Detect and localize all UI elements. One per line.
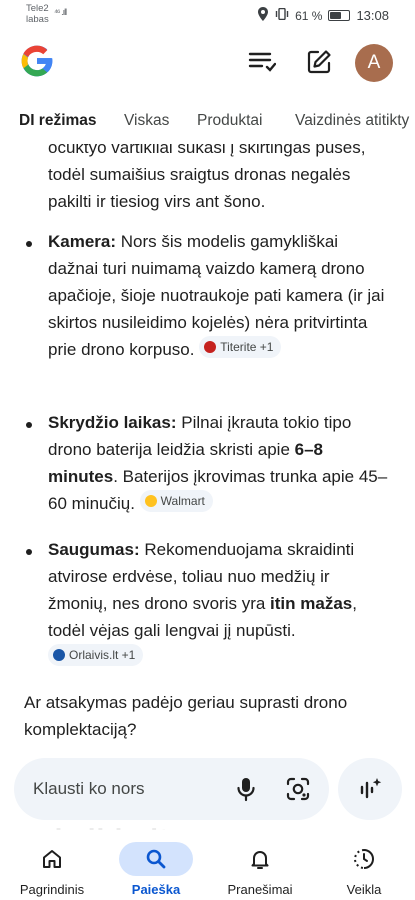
source-chip-walmart[interactable]: Walmart: [139, 490, 213, 512]
google-logo[interactable]: [18, 42, 56, 80]
source-chip-orlaivis[interactable]: Orlaivis.lt +1: [48, 644, 144, 666]
sparkle-wave-icon: [360, 778, 382, 799]
list-item-safety: Saugumas: Rekomenduojama skraidinti atvi…: [48, 536, 388, 671]
ai-answer-content: ocuktyo vartikliai sukasi į skirtingas p…: [0, 144, 415, 756]
lens-camera-icon[interactable]: [284, 775, 312, 803]
list-item-camera: Kamera: Nors šis modelis gamykliškai daž…: [48, 232, 385, 359]
nav-home[interactable]: Pagrindinis: [0, 830, 104, 900]
nav-notifications[interactable]: Pranešimai: [208, 830, 312, 900]
globe-icon: [53, 649, 65, 661]
tab-products[interactable]: Produktai: [197, 112, 262, 130]
walmart-spark-icon: [144, 495, 157, 507]
clock: 13:08: [356, 8, 389, 23]
ask-input[interactable]: Klausti ko nors: [14, 758, 329, 820]
labs-menu-icon[interactable]: [247, 47, 277, 77]
source-favicon-icon: [204, 341, 217, 353]
bullet-dot: [26, 241, 32, 247]
continued-paragraph: ocuktyo vartikliai sukasi į skirtingas p…: [48, 144, 366, 211]
battery-icon: [328, 10, 351, 21]
signal-indicator: ⁴⁶ .ıll: [54, 7, 67, 17]
vibrate-icon: [275, 7, 289, 23]
carrier-name: Tele2 labas: [26, 3, 49, 25]
account-avatar[interactable]: A: [355, 44, 393, 82]
battery-percent: 61 %: [295, 8, 323, 23]
bell-icon: [223, 842, 297, 876]
source-chip-titerite[interactable]: Titerite +1: [199, 336, 282, 358]
status-bar: Tele2 labas ⁴⁶ .ıll 61 % 13:08: [0, 0, 415, 30]
location-icon: [257, 7, 269, 24]
app-header: A: [0, 30, 415, 96]
microphone-icon[interactable]: [232, 775, 260, 803]
nav-activity[interactable]: Veikla: [312, 830, 415, 900]
edit-icon[interactable]: [304, 47, 334, 77]
nav-search[interactable]: Paieška: [104, 830, 208, 900]
bottom-navigation: Pagrindinis Paieška Pranešimai Veikla: [0, 830, 415, 900]
bullet-dot: [26, 422, 32, 428]
tab-visual-matches[interactable]: Vaizdinės atitikty: [295, 112, 409, 130]
follow-up-question: Ar atsakymas padėjo geriau suprasti dron…: [24, 693, 348, 739]
bullet-dot: [26, 549, 32, 555]
search-mode-tabs: DI režimas Viskas Produktai Vaizdinės at…: [0, 100, 415, 144]
search-icon: [119, 842, 193, 876]
home-icon: [15, 842, 89, 876]
ask-input-placeholder: Klausti ko nors: [33, 779, 145, 798]
activity-icon: [327, 842, 401, 876]
list-item-flight-time: Skrydžio laikas: Pilnai įkrauta tokio ti…: [48, 413, 388, 513]
voice-live-button[interactable]: [338, 758, 402, 820]
tab-all[interactable]: Viskas: [124, 112, 169, 130]
tab-ai-mode[interactable]: DI režimas: [19, 112, 97, 130]
